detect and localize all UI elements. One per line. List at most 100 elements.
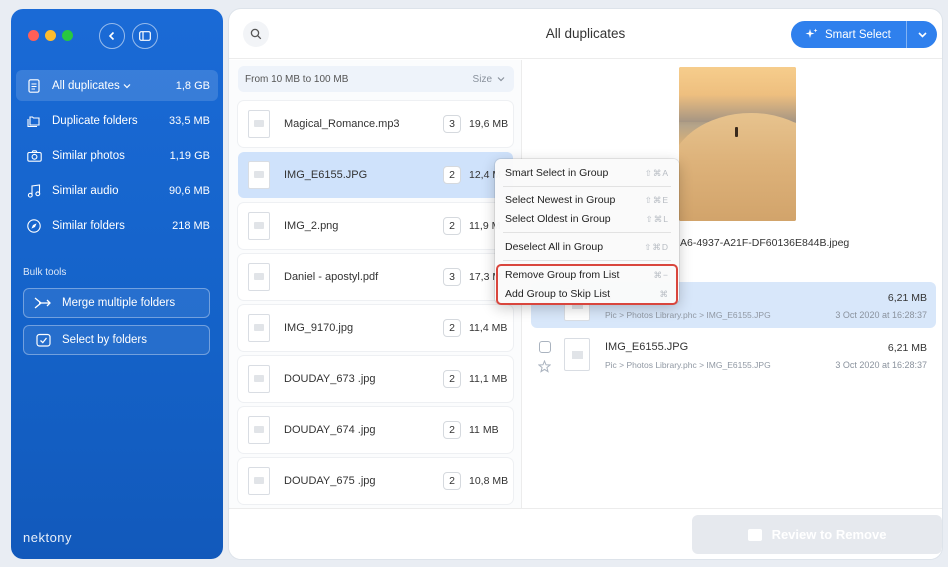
- duplicate-path: Pic > Photos Library.phc > IMG_E6155.JPG: [605, 310, 771, 320]
- toggle-sidebar-button[interactable]: [132, 23, 158, 49]
- size-filter-bar[interactable]: From 10 MB to 100 MB Size: [238, 66, 514, 92]
- minimize-window-button[interactable]: [45, 30, 56, 41]
- duplicate-count-badge: 3: [443, 268, 461, 286]
- duplicate-count-badge: 2: [443, 217, 461, 235]
- camera-icon: [26, 148, 42, 164]
- size-range-label: From 10 MB to 100 MB: [245, 73, 349, 85]
- select-by-folders-button[interactable]: Select by folders: [23, 325, 210, 355]
- file-thumbnail: [248, 161, 270, 189]
- sidebar-item-duplicate-folders[interactable]: Duplicate folders 33,5 MB: [16, 105, 218, 136]
- file-row[interactable]: IMG_2.png 2 11,9 M: [238, 203, 513, 249]
- sidebar: All duplicates 1,8 GB Duplicate folders …: [11, 9, 223, 559]
- sidebar-item-size: 1,8 GB: [175, 79, 210, 92]
- sort-dropdown[interactable]: Size: [473, 74, 505, 85]
- menu-item-deselect-all-in-group[interactable]: Deselect All in Group ⇧⌘D: [495, 238, 679, 256]
- select-by-folders-label: Select by folders: [62, 334, 148, 346]
- smart-select-dropdown[interactable]: [907, 31, 937, 38]
- menu-item-shortcut: ⇧⌘A: [644, 167, 669, 178]
- search-icon: [250, 28, 262, 40]
- search-button[interactable]: [243, 21, 269, 47]
- file-row[interactable]: DOUDAY_674 .jpg 2 11 MB: [238, 407, 513, 453]
- file-thumbnail: [248, 212, 270, 240]
- menu-item-shortcut: ⇧⌘L: [645, 213, 669, 224]
- sidebar-item-label: Duplicate folders: [52, 114, 138, 127]
- duplicate-item[interactable]: IMG_E6155.JPG Pic > Photos Library.phc >…: [531, 332, 936, 378]
- chevron-left-icon: [108, 31, 115, 41]
- file-thumbnail: [248, 416, 270, 444]
- file-name: DOUDAY_674 .jpg: [284, 424, 376, 436]
- nektony-logo: nektony: [23, 530, 73, 545]
- file-thumbnail: [248, 263, 270, 291]
- sidebar-item-similar-audio[interactable]: Similar audio 90,6 MB: [16, 175, 218, 206]
- file-row[interactable]: DOUDAY_673 .jpg 2 11,1 MB: [238, 356, 513, 402]
- smart-select-button[interactable]: Smart Select: [791, 21, 937, 48]
- merge-multiple-folders-button[interactable]: Merge multiple folders: [23, 288, 210, 318]
- duplicate-count-badge: 2: [443, 166, 461, 184]
- duplicate-count-badge: 3: [443, 115, 461, 133]
- menu-item-label: Deselect All in Group: [505, 241, 604, 253]
- review-to-remove-button[interactable]: Review to Remove: [692, 515, 942, 554]
- sidebar-item-label: Similar photos: [52, 149, 125, 162]
- menu-item-label: Select Newest in Group: [505, 194, 616, 206]
- sidebar-item-size: 218 MB: [172, 219, 210, 232]
- merge-icon: [34, 294, 52, 312]
- file-row[interactable]: Magical_Romance.mp3 3 19,6 MB: [238, 101, 513, 147]
- chevron-down-icon: [123, 83, 131, 88]
- music-note-icon: [26, 183, 42, 199]
- zoom-window-button[interactable]: [62, 30, 73, 41]
- duplicate-date: 3 Oct 2020 at 16:28:37: [835, 360, 927, 370]
- menu-item-label: Select Oldest in Group: [505, 213, 611, 225]
- merge-multiple-folders-label: Merge multiple folders: [62, 297, 176, 309]
- file-list: From 10 MB to 100 MB Size Magical_Romanc…: [229, 60, 522, 508]
- file-name: Daniel - apostyl.pdf: [284, 271, 379, 283]
- bottom-bar: Review to Remove: [229, 508, 942, 559]
- smart-select-main[interactable]: Smart Select: [791, 21, 907, 48]
- menu-item-select-oldest-in-group[interactable]: Select Oldest in Group ⇧⌘L: [495, 210, 679, 228]
- file-name: IMG_9170.jpg: [284, 322, 354, 334]
- document-icon: [26, 78, 42, 94]
- duplicate-path: Pic > Photos Library.phc > IMG_E6155.JPG: [605, 360, 771, 370]
- folder-check-icon: [34, 331, 52, 349]
- duplicate-count-badge: 2: [443, 421, 461, 439]
- compass-icon: [26, 218, 42, 234]
- file-row[interactable]: IMG_9170.jpg 2 11,4 MB: [238, 305, 513, 351]
- file-row[interactable]: DOUDAY_675 .jpg 2 10,8 MB: [238, 458, 513, 504]
- sidebar-item-similar-folders[interactable]: Similar folders 218 MB: [16, 210, 218, 241]
- sidebar-item-similar-photos[interactable]: Similar photos 1,19 GB: [16, 140, 218, 171]
- file-thumbnail: [248, 314, 270, 342]
- sidebar-item-label: Similar folders: [52, 219, 125, 232]
- chevron-down-icon: [917, 31, 927, 38]
- menu-item-shortcut: ⇧⌘D: [644, 241, 669, 252]
- sort-label: Size: [472, 73, 492, 85]
- menu-item-shortcut: ⇧⌘E: [644, 194, 669, 205]
- sidebar-item-all-duplicates[interactable]: All duplicates 1,8 GB: [16, 70, 218, 101]
- smart-select-label: Smart Select: [825, 28, 891, 41]
- file-size: 11 MB: [469, 424, 499, 436]
- file-row-selected[interactable]: IMG_E6155.JPG 2 12,4 M: [238, 152, 513, 198]
- sidebar-item-label: Similar audio: [52, 184, 119, 197]
- menu-item-label: Smart Select in Group: [505, 167, 609, 179]
- file-row[interactable]: Daniel - apostyl.pdf 3 17,3 M: [238, 254, 513, 300]
- highlight-annotation: [496, 264, 678, 305]
- duplicate-checkbox[interactable]: [539, 341, 551, 353]
- file-thumbnail: [248, 467, 270, 495]
- review-to-remove-label: Review to Remove: [771, 527, 887, 542]
- duplicate-size: 6,21 MB: [887, 342, 927, 354]
- folders-icon: [26, 113, 42, 129]
- menu-item-smart-select-in-group[interactable]: Smart Select in Group ⇧⌘A: [495, 164, 679, 182]
- file-name: IMG_E6155.JPG: [284, 169, 368, 181]
- file-size: 11,4 MB: [469, 322, 508, 334]
- bulk-tools-title: Bulk tools: [23, 267, 67, 278]
- file-thumbnail: [248, 365, 270, 393]
- sidebar-item-label: All duplicates: [52, 80, 176, 92]
- photo-preview: [679, 67, 796, 221]
- toolbar: All duplicates Smart Select: [229, 9, 942, 59]
- back-button[interactable]: [99, 23, 125, 49]
- star-icon[interactable]: [537, 359, 551, 373]
- menu-item-select-newest-in-group[interactable]: Select Newest in Group ⇧⌘E: [495, 191, 679, 209]
- file-thumbnail: [564, 338, 590, 371]
- sparkle-icon: [805, 28, 818, 38]
- close-window-button[interactable]: [28, 30, 39, 41]
- menu-separator: [503, 260, 671, 261]
- duplicate-name: IMG_E6155.JPG: [605, 341, 689, 353]
